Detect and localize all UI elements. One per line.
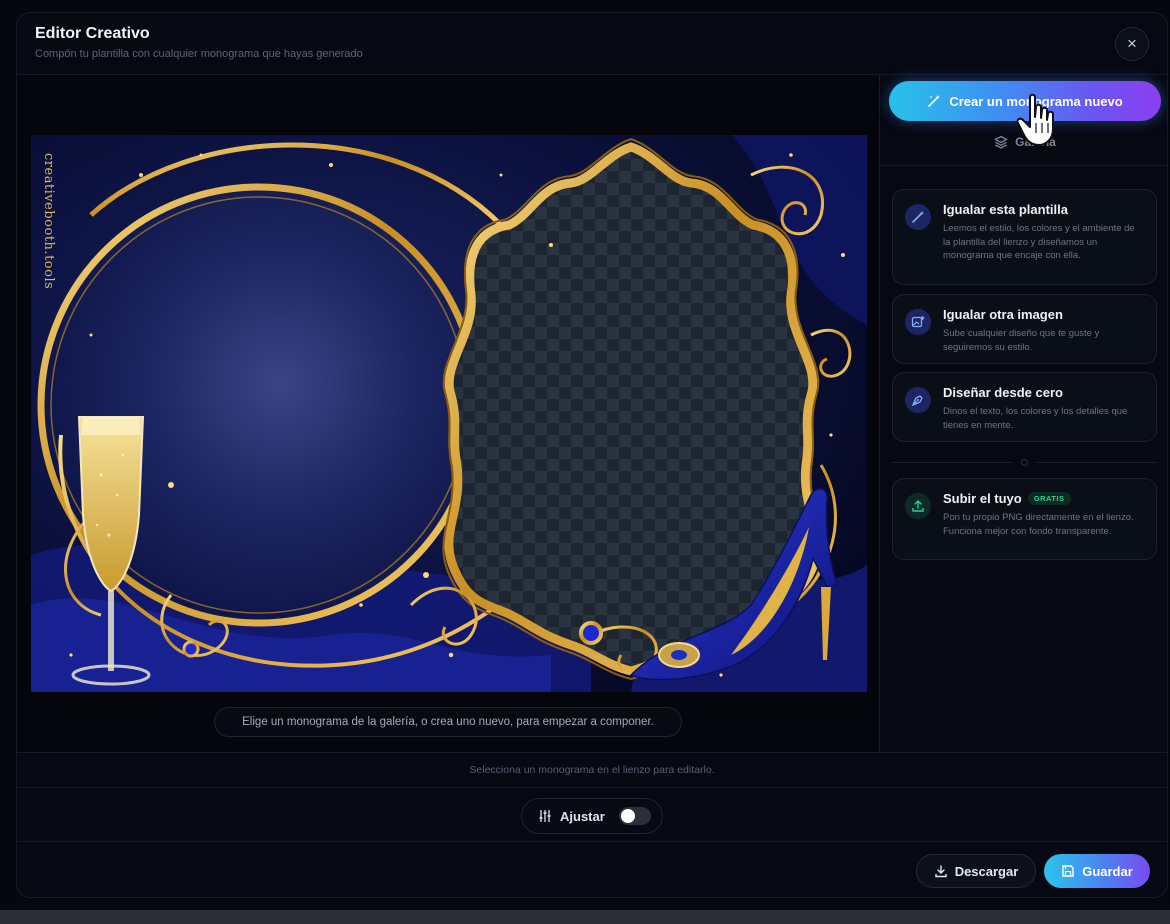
layers-icon [994, 135, 1008, 149]
close-icon: × [1127, 34, 1137, 53]
option-title: Subir el tuyo GRATIS [943, 491, 1071, 506]
download-label: Descargar [954, 863, 1019, 879]
save-label: Guardar [1082, 863, 1133, 879]
modal-title: Editor Creativo [35, 25, 150, 42]
template-artwork [31, 135, 867, 692]
pen-tool-icon [905, 387, 931, 413]
sidebar: Crear un monograma nuevo Galería Igualar… [881, 75, 1167, 752]
sidebar-divider [881, 165, 1167, 166]
template-canvas[interactable]: creativebooth.tools [31, 135, 867, 692]
free-badge: GRATIS [1027, 492, 1071, 505]
adjust-label: Ajustar [560, 808, 605, 824]
toggle-knob [620, 809, 635, 823]
divider-dot [1021, 459, 1028, 466]
image-plus-icon [905, 309, 931, 335]
modal-header: Editor Creativo Compón tu plantilla con … [17, 13, 1167, 75]
option-upload-own[interactable]: Subir el tuyo GRATIS Pon tu propio PNG di… [892, 478, 1157, 560]
bottom-edge-strip [0, 910, 1170, 924]
save-icon [1062, 865, 1074, 877]
close-button[interactable]: × [1115, 27, 1149, 61]
option-design-from-scratch[interactable]: Diseñar desde cero Dinos el texto, los c… [892, 372, 1157, 442]
option-match-template[interactable]: Igualar esta plantilla Leemos el estilo,… [892, 189, 1157, 285]
status-text: Selecciona un monograma en el lienzo par… [469, 764, 715, 776]
creative-editor-modal: Editor Creativo Compón tu plantilla con … [16, 12, 1168, 898]
or-divider [892, 458, 1157, 468]
canvas-area: creativebooth.tools Elige un monograma d… [17, 75, 880, 752]
gallery-tab[interactable]: Galería [889, 129, 1161, 155]
modal-footer: Descargar Guardar [17, 842, 1167, 897]
option-description: Pon tu propio PNG directamente en el lie… [943, 512, 1134, 537]
magic-wand-icon [928, 95, 941, 107]
option-description: Dinos el texto, los colores y los detall… [943, 406, 1128, 431]
magic-wand-icon [905, 204, 931, 230]
create-monogram-label: Crear un monograma nuevo [949, 93, 1123, 109]
adjust-row: Ajustar [17, 788, 1167, 842]
upload-icon [905, 493, 931, 519]
download-icon [934, 865, 947, 878]
option-match-image[interactable]: Igualar otra imagen Sube cualquier diseñ… [892, 294, 1157, 364]
upload-title: Subir el tuyo [943, 491, 1022, 506]
sliders-icon [539, 810, 551, 822]
canvas-hint: Elige un monograma de la galería, o crea… [214, 707, 682, 737]
status-bar: Selecciona un monograma en el lienzo par… [17, 752, 1167, 788]
save-button[interactable]: Guardar [1044, 854, 1150, 888]
option-title: Igualar otra imagen [943, 307, 1063, 322]
adjust-toggle-control[interactable]: Ajustar [521, 798, 663, 834]
create-monogram-button[interactable]: Crear un monograma nuevo [889, 81, 1161, 121]
option-description: Leemos el estilo, los colores y el ambie… [943, 223, 1135, 261]
download-button[interactable]: Descargar [916, 854, 1036, 888]
modal-subtitle: Compón tu plantilla con cualquier monogr… [35, 48, 363, 60]
watermark-text: creativebooth.tools [41, 153, 56, 290]
option-description: Sube cualquier diseño que te guste y seg… [943, 328, 1100, 353]
adjust-toggle[interactable] [618, 807, 651, 825]
gallery-tab-label: Galería [1015, 135, 1056, 149]
option-title: Igualar esta plantilla [943, 202, 1068, 217]
option-title: Diseñar desde cero [943, 385, 1063, 400]
